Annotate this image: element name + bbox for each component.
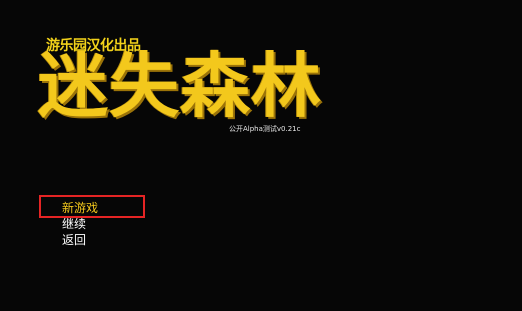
game-title-screen: 游乐园汉化出品 迷失森林 公开Alpha测试v0.21c 新游戏 继续 返回 (0, 0, 522, 311)
game-title: 迷失森林 (38, 45, 322, 127)
version-label: 公开Alpha测试v0.21c (229, 125, 301, 133)
selection-highlight-box (39, 195, 145, 218)
menu-item-back[interactable]: 返回 (62, 232, 98, 248)
menu-item-continue[interactable]: 继续 (62, 216, 98, 232)
